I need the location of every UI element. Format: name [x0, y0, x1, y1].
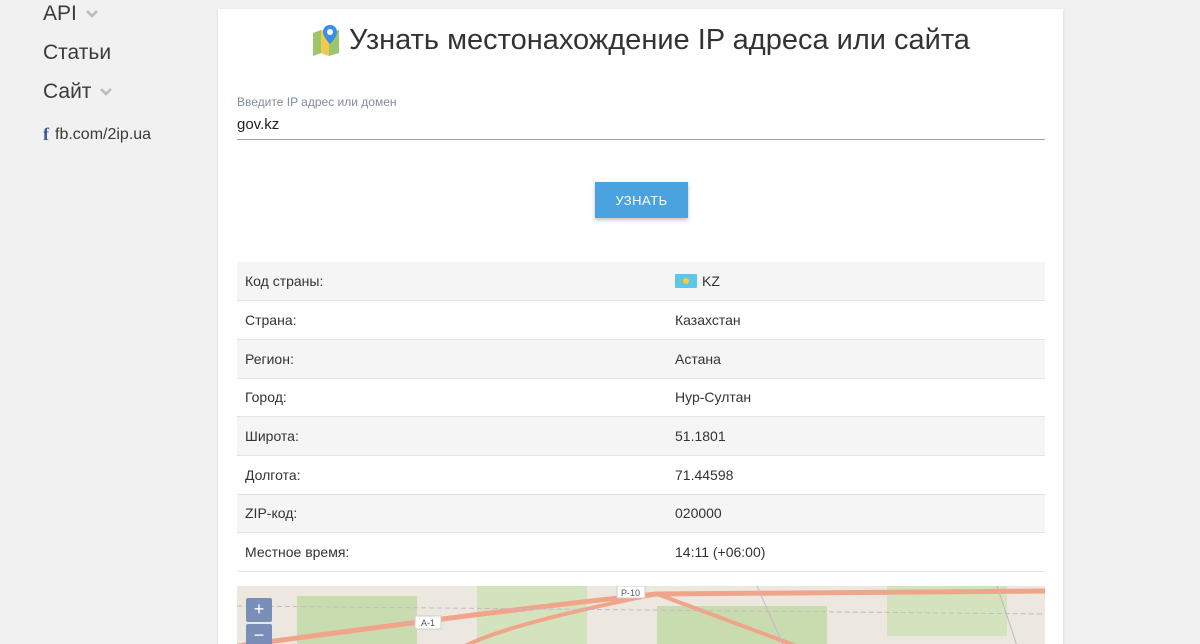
zoom-in-button[interactable]: + — [246, 598, 272, 622]
table-row: Широта: 51.1801 — [237, 416, 1045, 456]
row-value: 020000 — [675, 505, 722, 522]
row-key: Широта: — [245, 428, 299, 445]
row-key: Регион: — [245, 350, 294, 367]
row-key: Страна: — [245, 312, 297, 329]
table-row: Долгота: 71.44598 — [237, 455, 1045, 495]
map-road-label: P-10 — [621, 588, 640, 598]
country-code: KZ — [702, 273, 720, 290]
table-row: Код страны: KZ — [237, 262, 1045, 301]
row-key: ZIP-код: — [245, 505, 298, 522]
row-key: Код страны: — [245, 273, 324, 290]
row-value: KZ — [665, 262, 1045, 301]
sidebar-item-articles[interactable]: Статьи — [43, 33, 213, 72]
page-title: Узнать местонахождение IP адреса или сай… — [349, 23, 970, 56]
kazakhstan-flag-icon — [675, 274, 697, 289]
table-row: Страна: Казахстан — [237, 301, 1045, 340]
row-key: Местное время: — [245, 544, 350, 561]
facebook-icon: f — [43, 124, 49, 144]
facebook-link-label: fb.com/2ip.ua — [55, 125, 152, 143]
zoom-out-button[interactable]: − — [246, 624, 272, 644]
main-card: Узнать местонахождение IP адреса или сай… — [218, 9, 1063, 644]
sidebar-item-label: Статьи — [43, 40, 112, 64]
sidebar: API Статьи Сайт f fb.com/2ip.ua — [43, 0, 213, 145]
chevron-down-icon — [85, 9, 98, 18]
row-key: Долгота: — [245, 466, 301, 483]
table-row: Регион: Астана — [237, 339, 1045, 379]
map-pin-icon — [313, 25, 340, 56]
page-title-row: Узнать местонахождение IP адреса или сай… — [218, 23, 1063, 57]
result-table: Код страны: KZ Страна: Казахстан Регион:… — [237, 262, 1045, 572]
map-tiles: P-10 A-1 — [237, 586, 1045, 644]
sidebar-item-label: API — [43, 1, 77, 25]
row-value: Астана — [675, 350, 721, 367]
row-value: 14:11 (+06:00) — [675, 544, 766, 561]
sidebar-item-api[interactable]: API — [43, 0, 213, 33]
row-value: Казахстан — [675, 312, 741, 329]
row-value: 51.1801 — [675, 428, 726, 445]
ip-input-label: Введите IP адрес или домен — [237, 95, 397, 109]
table-row: Местное время: 14:11 (+06:00) — [237, 533, 1045, 572]
sidebar-item-site[interactable]: Сайт — [43, 72, 213, 111]
map-road-label: A-1 — [421, 618, 435, 628]
row-key: Город: — [245, 389, 287, 406]
chevron-down-icon — [100, 87, 113, 96]
table-row: Город: Нур-Султан — [237, 378, 1045, 417]
facebook-link[interactable]: f fb.com/2ip.ua — [43, 124, 213, 145]
find-button[interactable]: УЗНАТЬ — [595, 182, 688, 218]
location-map[interactable]: P-10 A-1 + − — [237, 586, 1045, 644]
table-row: ZIP-код: 020000 — [237, 494, 1045, 533]
row-value: Нур-Султан — [675, 389, 752, 406]
ip-domain-input[interactable] — [237, 113, 1045, 140]
row-value: 71.44598 — [675, 466, 734, 483]
sidebar-item-label: Сайт — [43, 79, 92, 103]
ip-input-block: Введите IP адрес или домен — [237, 95, 1045, 140]
